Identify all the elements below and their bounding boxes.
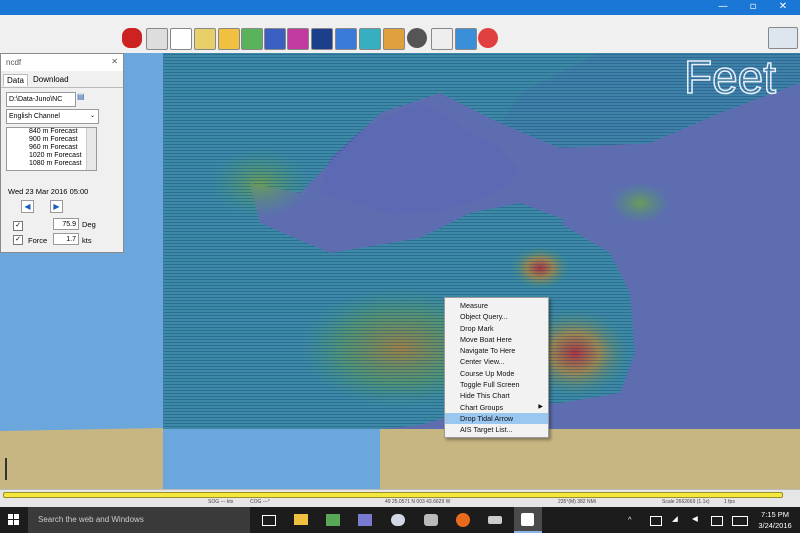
menu-item-hide-chart[interactable]: Hide This Chart (445, 390, 548, 401)
file-explorer-icon[interactable] (294, 514, 308, 525)
path-field[interactable]: D:\Data-Juno\NC (6, 92, 76, 107)
menu-item-course-up[interactable]: Course Up Mode (445, 368, 548, 379)
compass-wheel-icon[interactable] (407, 28, 427, 48)
clock-date[interactable]: 3/24/2016 (755, 521, 795, 530)
text-tool-icon[interactable] (170, 28, 192, 50)
opencpn-icon (521, 513, 534, 526)
next-time-button[interactable]: ▶ (50, 200, 63, 213)
windows-start-icon[interactable] (8, 514, 20, 526)
scale-bar (5, 458, 7, 480)
cog-readout: COG ---° (250, 499, 270, 505)
network-icon[interactable]: ◢ (672, 514, 678, 523)
chart-map[interactable]: Feet ncdf ✕ Data Download D:\Data-Juno\N… (0, 53, 800, 489)
settings-wrench-icon[interactable] (146, 28, 168, 50)
forecast-list[interactable]: 840 m Forecast 900 m Forecast 960 m Fore… (6, 127, 97, 171)
track-icon[interactable] (287, 28, 309, 50)
minimize-button[interactable]: — (708, 0, 738, 15)
route-icon[interactable] (194, 28, 216, 50)
task-view-icon[interactable] (262, 515, 276, 526)
force-value[interactable]: 1.7 (53, 233, 79, 245)
keyboard-icon[interactable] (732, 516, 748, 526)
panel-titlebar: ncdf ✕ (1, 54, 123, 71)
menu-item-center-view[interactable]: Center View... (445, 356, 548, 367)
chevron-right-icon: ▶ (538, 403, 543, 410)
menu-item-drop-tidal-arrow[interactable]: Drop Tidal Arrow (445, 412, 548, 425)
checklist-icon[interactable] (264, 28, 286, 50)
list-item[interactable]: 900 m Forecast (7, 136, 96, 144)
app-icon-2[interactable] (358, 514, 372, 526)
context-menu: Measure Object Query... Drop Mark Move B… (444, 297, 549, 438)
notification-icon[interactable] (711, 516, 723, 526)
progress-bar (3, 492, 783, 498)
land-southwest (0, 428, 163, 489)
clock-time[interactable]: 7:15 PM (760, 510, 790, 519)
status-bar: SOG --- kts COG ---° 49 25.0571 N 003 43… (0, 489, 800, 508)
menu-item-chart-groups[interactable]: Chart Groups ▶ (445, 402, 548, 413)
title-bar: — ▫ ✕ (0, 0, 800, 15)
menu-item-move-boat[interactable]: Move Boat Here (445, 334, 548, 345)
panel-tabs: Data Download (1, 71, 123, 88)
layers-icon[interactable] (359, 28, 381, 50)
taskbar: Search the web and Windows ^ ◢ ◀ 7:15 PM… (0, 507, 800, 533)
region-select[interactable]: English Channel ⌄ (6, 109, 99, 124)
land-south (380, 421, 800, 489)
boat-icon[interactable] (122, 28, 142, 48)
position-readout: 49 25.0571 N 003 43.6629 W (385, 499, 451, 505)
volume-icon[interactable]: ◀ (692, 514, 698, 523)
zoom-tool-icon[interactable] (218, 28, 240, 50)
scale-readout: Scale 2662669 (1.1x) (662, 499, 710, 505)
menu-item-full-screen[interactable]: Toggle Full Screen (445, 379, 548, 390)
search-placeholder: Search the web and Windows (38, 515, 144, 524)
force-label: Force (28, 236, 48, 245)
list-item[interactable]: 840 m Forecast (7, 128, 96, 136)
chevron-down-icon: ⌄ (89, 113, 95, 119)
vertical-arrows-icon[interactable] (241, 28, 263, 50)
app-icon-1[interactable] (326, 514, 340, 526)
scale-icon[interactable] (455, 28, 477, 50)
menu-item-ais-target-list[interactable]: AIS Target List... (445, 424, 548, 435)
chevron-up-icon[interactable]: ^ (628, 515, 632, 524)
tab-data[interactable]: Data (3, 74, 28, 86)
direction-checkbox[interactable]: ✓ (13, 221, 23, 231)
tab-download[interactable]: Download (33, 75, 69, 84)
close-icon[interactable]: ✕ (111, 57, 118, 66)
app-icon-4[interactable] (424, 514, 438, 526)
arrow-tool-icon[interactable] (431, 28, 453, 50)
lifebuoy-icon[interactable] (478, 28, 498, 48)
direction-unit: Deg (82, 220, 96, 229)
waypoint-icon[interactable] (383, 28, 405, 50)
app-icon-5[interactable] (488, 516, 502, 524)
battery-icon[interactable] (650, 516, 662, 526)
firefox-icon[interactable] (456, 513, 470, 527)
list-item[interactable]: 1080 m Forecast (7, 160, 96, 168)
fps-readout: 1 fps (724, 499, 735, 505)
tide-icon[interactable] (311, 28, 333, 50)
north-compass-icon[interactable] (768, 27, 798, 49)
list-scrollbar[interactable] (86, 128, 96, 170)
help-icon[interactable] (335, 28, 357, 50)
ncdf-panel: ncdf ✕ Data Download D:\Data-Juno\NC ▤ E… (0, 53, 124, 253)
app-icon-3[interactable] (391, 514, 405, 526)
menu-item-object-query[interactable]: Object Query... (445, 311, 548, 322)
list-item[interactable]: 1020 m Forecast (7, 152, 96, 160)
direction-value[interactable]: 75.9 (53, 218, 79, 230)
force-unit: kts (82, 236, 92, 245)
search-box[interactable]: Search the web and Windows (28, 507, 250, 533)
prev-time-button[interactable]: ◀ (21, 200, 34, 213)
folder-icon[interactable]: ▤ (77, 92, 85, 101)
toolbar (0, 15, 800, 54)
depth-unit-watermark: Feet (684, 53, 776, 103)
menu-item-navigate[interactable]: Navigate To Here (445, 345, 548, 356)
opencpn-task-button[interactable] (514, 507, 542, 533)
close-window-button[interactable]: ✕ (768, 0, 798, 15)
panel-title: ncdf (6, 58, 22, 67)
bearing-readout: 235°(M) 382 NMi (558, 499, 596, 505)
list-item[interactable]: 960 m Forecast (7, 144, 96, 152)
menu-item-measure[interactable]: Measure (445, 300, 548, 311)
force-checkbox[interactable]: ✓ (13, 235, 23, 245)
menu-item-drop-mark[interactable]: Drop Mark (445, 323, 548, 334)
maximize-button[interactable]: ▫ (738, 0, 768, 15)
sog-readout: SOG --- kts (208, 499, 234, 505)
forecast-datetime: Wed 23 Mar 2016 05:00 (8, 187, 89, 196)
